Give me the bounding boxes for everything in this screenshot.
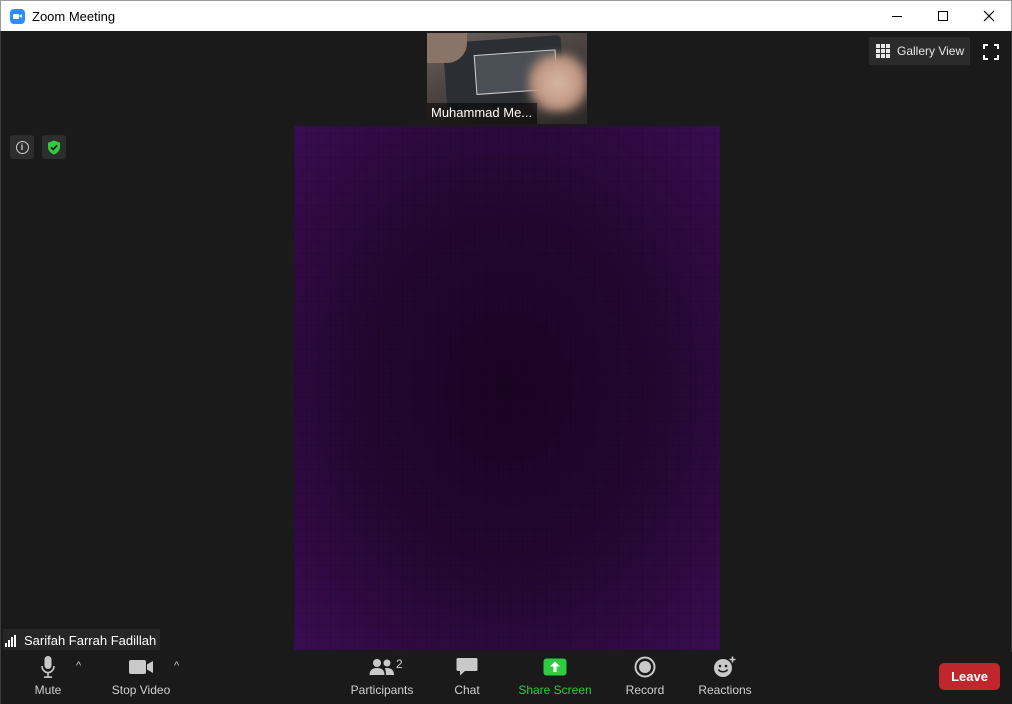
video-options-caret[interactable]: ^ [174,660,179,672]
chat-icon [456,658,478,676]
encryption-button[interactable] [42,135,66,159]
fullscreen-icon[interactable] [983,44,999,60]
stop-video-label: Stop Video [111,683,171,697]
reactions-smiley-icon [714,656,736,677]
active-speaker-video [294,126,720,650]
stop-video-button[interactable]: Stop Video [109,652,173,704]
participants-icon [369,659,394,675]
gallery-view-label: Gallery View [897,44,965,58]
share-screen-button[interactable]: Share Screen [518,652,592,704]
zoom-app-icon [10,9,25,24]
reactions-label: Reactions [698,683,752,697]
chat-button[interactable]: Chat [451,652,483,704]
maximize-icon [938,11,948,21]
title-bar: Zoom Meeting [0,0,1012,31]
record-button[interactable]: Record [625,652,665,704]
gallery-view-button[interactable]: Gallery View [869,37,970,65]
microphone-icon [41,656,55,678]
participant-thumbnail[interactable]: Muhammad Me... [427,33,587,124]
minimize-button[interactable] [874,1,920,31]
chat-label: Chat [454,683,480,697]
close-icon [983,10,995,22]
reactions-button[interactable]: Reactions [697,652,753,704]
share-screen-label: Share Screen [518,683,592,697]
participants-count: 2 [396,657,403,671]
audio-options-caret[interactable]: ^ [76,660,81,672]
participants-label: Participants [350,683,414,697]
signal-strength-icon [5,634,19,647]
mute-label: Mute [34,683,62,697]
mute-button[interactable]: Mute [31,652,65,704]
shield-check-icon [48,140,60,154]
participants-button[interactable]: Participants [349,652,415,704]
meeting-info-button[interactable]: i [10,135,34,159]
self-name: Sarifah Farrah Fadillah [24,633,157,648]
window-title: Zoom Meeting [32,9,116,24]
close-button[interactable] [966,1,1012,31]
self-name-label: Sarifah Farrah Fadillah [3,629,161,650]
gallery-grid-icon [876,44,890,58]
minimize-icon [892,15,902,17]
meeting-area: Muhammad Me... Gallery View i Sarifah Fa… [0,31,1012,704]
info-icon: i [15,140,29,154]
thumbnail-name: Muhammad Me... [427,103,538,124]
meeting-toolbar: Mute ^ Stop Video ^ Participants 2 Chat … [1,652,1012,704]
share-screen-icon [543,658,567,676]
maximize-button[interactable] [920,1,966,31]
leave-button[interactable]: Leave [939,663,1000,690]
record-icon [634,656,656,678]
video-camera-icon [129,660,153,674]
record-label: Record [625,683,665,697]
